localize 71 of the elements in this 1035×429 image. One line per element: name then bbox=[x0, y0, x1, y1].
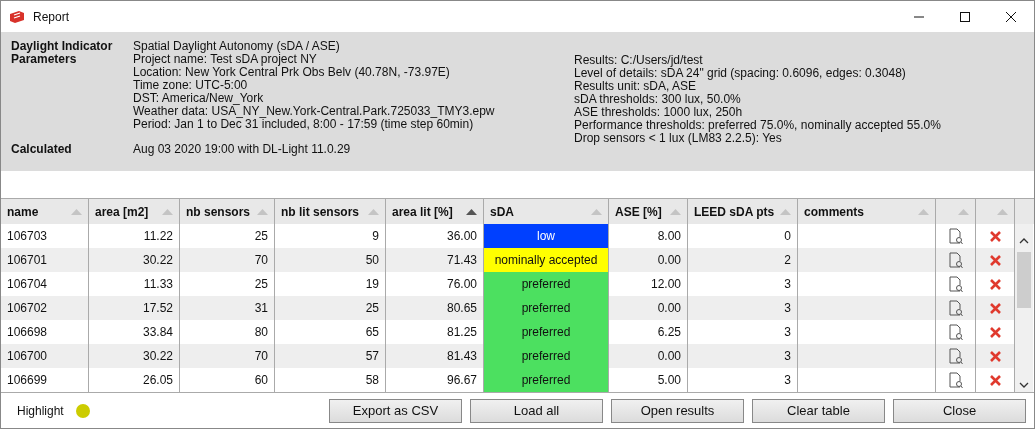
info-text: ASE thresholds: 1000 lux, 250h bbox=[574, 106, 744, 119]
highlight-color-dot[interactable] bbox=[75, 403, 90, 418]
info-text: Period: Jan 1 to Dec 31 included, 8:00 - 17:59 (time step 60min) bbox=[133, 118, 474, 131]
delete-icon[interactable] bbox=[989, 230, 1001, 242]
app-logo-icon bbox=[9, 9, 25, 24]
sda-rating-cell: preferred bbox=[484, 320, 609, 344]
scroll-up-icon[interactable] bbox=[1019, 238, 1029, 244]
sda-rating-cell: nominally accepted bbox=[484, 248, 609, 272]
sda-rating-cell: preferred bbox=[484, 296, 609, 320]
sort-arrow-icon bbox=[670, 208, 681, 215]
action-button[interactable]: Open results bbox=[611, 398, 744, 423]
table-cell: 26.05 bbox=[89, 368, 180, 392]
delete-icon[interactable] bbox=[989, 326, 1001, 338]
table-cell: 60 bbox=[180, 368, 275, 392]
sort-arrow-icon bbox=[466, 208, 477, 215]
action-button[interactable]: Close bbox=[893, 398, 1026, 423]
sort-arrow-icon bbox=[257, 208, 268, 215]
sort-arrow-icon bbox=[958, 208, 969, 215]
document-search-icon[interactable] bbox=[948, 323, 963, 341]
info-text: Aug 03 2020 19:00 with DL-Light 11.0.29 bbox=[133, 143, 351, 156]
delete-icon[interactable] bbox=[989, 302, 1001, 314]
info-text: Drop sensors < 1 lux (LM83 2.2.5): Yes bbox=[574, 132, 783, 145]
info-text: Performance thresholds: preferred 75.0%, nominally accepted 55.0% bbox=[574, 119, 941, 132]
info-label: Daylight Indicator bbox=[11, 40, 114, 53]
sort-arrow-icon bbox=[162, 208, 173, 215]
info-label: Calculated bbox=[11, 143, 73, 156]
sda-rating-cell: preferred bbox=[484, 272, 609, 296]
info-text: DST: America/New_York bbox=[133, 92, 265, 105]
info-text: sDA thresholds: 300 lux, 50.0% bbox=[574, 93, 742, 106]
delete-icon[interactable] bbox=[989, 254, 1001, 266]
sort-arrow-icon bbox=[368, 208, 379, 215]
action-button[interactable]: Load all bbox=[470, 398, 603, 423]
highlight-label: Highlight bbox=[17, 403, 64, 418]
info-text: Results unit: sDA, ASE bbox=[574, 80, 698, 93]
document-search-icon[interactable] bbox=[948, 371, 963, 389]
table-cell: 58 bbox=[275, 368, 386, 392]
action-button[interactable]: Clear table bbox=[752, 398, 885, 423]
sda-rating-cell: preferred bbox=[484, 344, 609, 368]
scrollbar-thumb[interactable] bbox=[1017, 252, 1031, 308]
sda-rating-cell: low bbox=[484, 224, 609, 248]
document-search-icon[interactable] bbox=[948, 275, 963, 293]
scroll-down-icon[interactable] bbox=[1019, 382, 1029, 388]
info-text: Project name: Test sDA project NY bbox=[133, 53, 317, 66]
table-cell: 5.00 bbox=[609, 368, 688, 392]
action-button[interactable]: Export as CSV bbox=[329, 398, 462, 423]
delete-icon[interactable] bbox=[989, 350, 1001, 362]
sda-rating-cell: preferred bbox=[484, 368, 609, 392]
sort-arrow-icon bbox=[591, 208, 602, 215]
window-title: Report bbox=[33, 9, 71, 24]
info-text: Results: C:/Users/jd/test bbox=[574, 54, 704, 67]
table-cell: 3 bbox=[688, 368, 798, 392]
document-search-icon[interactable] bbox=[948, 251, 963, 269]
info-text: Level of details: sDA 24" grid (spacing: 0.6096, edges: 0.3048) bbox=[574, 67, 907, 80]
info-text: Location: New York Central Prk Obs Belv (40.78N, -73.97E) bbox=[133, 66, 451, 79]
sort-arrow-icon bbox=[997, 208, 1008, 215]
document-search-icon[interactable] bbox=[948, 227, 963, 245]
info-text: Time zone: UTC-5:00 bbox=[133, 79, 249, 92]
info-text: Spatial Daylight Autonomy (sDA / ASE) bbox=[133, 40, 340, 53]
maximize-icon[interactable] bbox=[960, 11, 970, 22]
sort-arrow-icon bbox=[71, 208, 82, 215]
table-cell: 106699 bbox=[1, 368, 89, 392]
close-icon[interactable] bbox=[1006, 11, 1016, 22]
sort-arrow-icon bbox=[780, 208, 791, 215]
info-text: Weather data: USA_NY_New.York-Central.Park.725033_TMY3.epw bbox=[133, 105, 495, 118]
delete-icon[interactable] bbox=[989, 278, 1001, 290]
sort-arrow-icon bbox=[918, 208, 929, 215]
scrollbar[interactable] bbox=[1015, 224, 1033, 392]
document-search-icon[interactable] bbox=[948, 299, 963, 317]
info-label: Parameters bbox=[11, 53, 78, 68]
document-search-icon[interactable] bbox=[948, 347, 963, 365]
delete-icon[interactable] bbox=[989, 374, 1001, 386]
